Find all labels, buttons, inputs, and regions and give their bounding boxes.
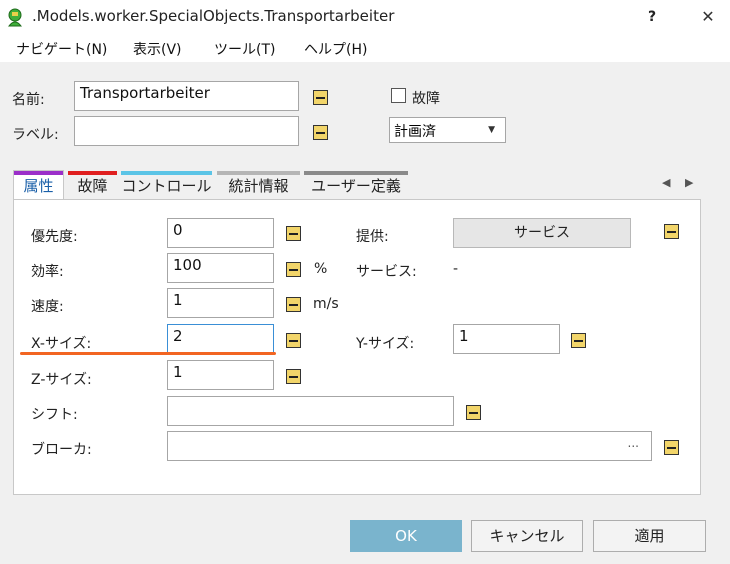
failure-checkbox[interactable] [391, 88, 406, 103]
app-icon [7, 8, 23, 27]
service-button[interactable]: サービス [453, 218, 631, 248]
minus-icon[interactable] [286, 262, 301, 277]
tab-label: 属性 [23, 177, 54, 195]
label-input[interactable] [74, 116, 299, 146]
xsize-input[interactable]: 2 [167, 324, 274, 354]
status-dropdown-value: 計画済 [394, 124, 436, 140]
services-value: - [453, 261, 459, 277]
close-button[interactable]: ✕ [694, 6, 722, 28]
priority-label: 優先度: [31, 229, 78, 245]
tab-color-strip [14, 171, 63, 175]
shift-label: シフト: [31, 407, 78, 423]
minus-icon[interactable] [664, 440, 679, 455]
menu-view[interactable]: 表示(V) [133, 39, 182, 59]
minus-icon[interactable] [286, 226, 301, 241]
menu-help[interactable]: ヘルプ(H) [304, 39, 367, 59]
zsize-label: Z-サイズ: [31, 372, 92, 388]
broker-label: ブローカ: [31, 442, 92, 458]
minus-icon[interactable] [313, 90, 328, 105]
minus-icon[interactable] [571, 333, 586, 348]
tab-color-strip [68, 171, 117, 175]
broker-input[interactable]: ... [167, 431, 652, 461]
tab-controls[interactable]: コントロール [121, 171, 212, 199]
efficiency-unit: % [314, 261, 328, 277]
priority-input[interactable]: 0 [167, 218, 274, 248]
ysize-label: Y-サイズ: [356, 336, 415, 352]
chevron-down-icon: ▼ [488, 125, 495, 135]
apply-button[interactable]: 適用 [593, 520, 706, 552]
efficiency-input[interactable]: 100 [167, 253, 274, 283]
failure-checkbox-label: 故障 [412, 91, 440, 107]
menu-tools[interactable]: ツール(T) [214, 39, 275, 59]
status-dropdown[interactable]: 計画済 ▼ [389, 117, 506, 143]
window-title: .Models.worker.SpecialObjects.Transporta… [32, 7, 395, 25]
minus-icon[interactable] [286, 369, 301, 384]
help-button[interactable]: ? [640, 6, 664, 28]
name-label: 名前: [12, 92, 45, 108]
menu-bar: ナビゲート(N) 表示(V) ツール(T) ヘルプ(H) [0, 34, 730, 62]
minus-icon[interactable] [313, 125, 328, 140]
cancel-button[interactable]: キャンセル [471, 520, 583, 552]
tab-label: コントロール [121, 177, 212, 195]
name-input[interactable]: Transportarbeiter [74, 81, 299, 111]
tab-label: ユーザー定義 [311, 177, 401, 195]
provide-label: 提供: [356, 229, 389, 245]
browse-ellipsis[interactable]: ... [628, 436, 639, 450]
tab-color-strip [304, 171, 408, 175]
xsize-label: X-サイズ: [31, 336, 92, 352]
menu-navigate[interactable]: ナビゲート(N) [16, 39, 107, 59]
ysize-input[interactable]: 1 [453, 324, 560, 354]
minus-icon[interactable] [466, 405, 481, 420]
speed-label: 速度: [31, 299, 64, 315]
efficiency-label: 効率: [31, 264, 64, 280]
tab-color-strip [121, 171, 212, 175]
ok-button[interactable]: OK [350, 520, 462, 552]
tab-attributes[interactable]: 属性 [13, 170, 64, 200]
tab-scroll-right-icon[interactable]: ▶ [685, 176, 693, 189]
tab-label: 故障 [77, 177, 108, 195]
tab-user-defined[interactable]: ユーザー定義 [304, 171, 408, 199]
shift-input[interactable] [167, 396, 454, 426]
tab-color-strip [217, 171, 300, 175]
title-bar: .Models.worker.SpecialObjects.Transporta… [0, 0, 730, 34]
tab-statistics[interactable]: 統計情報 [217, 171, 300, 199]
speed-unit: m/s [313, 296, 339, 312]
services-label: サービス: [356, 264, 417, 280]
minus-icon[interactable] [286, 333, 301, 348]
speed-input[interactable]: 1 [167, 288, 274, 318]
minus-icon[interactable] [286, 297, 301, 312]
tab-failures[interactable]: 故障 [68, 171, 117, 199]
tab-label: 統計情報 [228, 177, 289, 195]
label-label: ラベル: [12, 127, 59, 143]
minus-icon[interactable] [664, 224, 679, 239]
highlight-underline [20, 352, 276, 355]
zsize-input[interactable]: 1 [167, 360, 274, 390]
tab-scroll-left-icon[interactable]: ◀ [662, 176, 670, 189]
